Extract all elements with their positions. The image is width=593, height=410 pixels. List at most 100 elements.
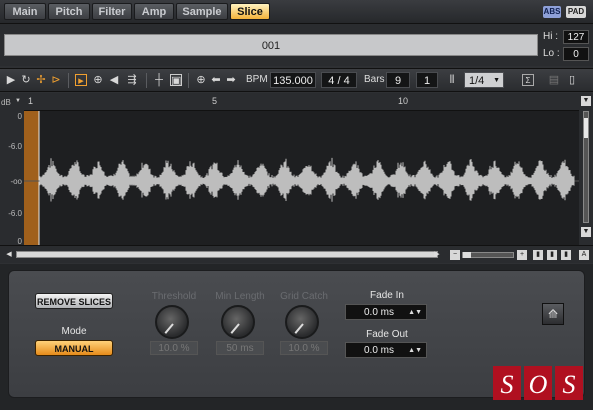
threshold-value[interactable]: 10.0 % [150,341,198,355]
lo-label: Lo : [543,48,560,59]
vertical-scrollbar[interactable]: ▼ ▼ [579,93,593,245]
db-label: 0 [17,112,22,121]
dropdown-icon[interactable]: ▯ [566,74,578,86]
speaker-icon[interactable]: ◀ [108,74,120,86]
scroll-right-icon[interactable]: ▶ [432,250,442,260]
svg-text:S: S [501,370,514,399]
scroll-left-icon[interactable]: ◀ [4,250,14,260]
vertical-scroll-thumb[interactable] [584,118,588,138]
waveform-toolbar: ▶ ↻ ✢ ⊳ ▸ ⊕ ◀ ⇶ ┼ ▣ ⊕ ⬅ ➡ BPM 135.000 4 … [0,68,593,92]
grid-catch-label: Grid Catch [280,291,328,302]
drag-export-icon: ⟰ [547,307,559,321]
zoom-out-icon[interactable]: − [450,250,460,260]
fade-in-field[interactable]: 0.0 ms ▲▼ [345,304,427,320]
play-icon[interactable]: ▶ [5,74,17,86]
ruler-mark: 10 [398,96,409,106]
tab-bar: Main Pitch Filter Amp Sample Slice ABS P… [0,0,593,24]
zoom-slider[interactable] [462,252,514,258]
db-label: -oo [10,177,22,186]
tab-main[interactable]: Main [4,3,46,20]
lock-icon[interactable]: ▣ [170,74,182,87]
sos-watermark-logo: S O S [493,366,583,400]
toolbar-separator [68,73,69,88]
bpm-label: BPM [246,74,268,85]
ruler-mark: 1 [28,96,34,106]
abs-badge[interactable]: ABS [543,6,561,18]
tab-slice[interactable]: Slice [230,3,270,20]
toolbar-separator [188,73,189,88]
slice-name-bar: 001 Hi : 127 Lo : 0 [0,24,593,66]
chevron-down-icon: ▼ [493,77,500,84]
waveform-canvas[interactable] [24,111,579,245]
fade-out-value: 0.0 ms [364,345,395,356]
grid-select[interactable]: 1/4 ▼ [464,72,504,88]
zoom-preset-icon[interactable]: ▮ [561,250,571,260]
fade-in-value: 0.0 ms [364,307,395,318]
pad-badge[interactable]: PAD [566,6,586,18]
time-signature-field[interactable]: 4 / 4 [321,72,357,88]
threshold-label: Threshold [151,291,197,302]
sweep-icon[interactable]: ⇶ [126,74,138,86]
tab-sample[interactable]: Sample [176,3,228,20]
scroll-up-icon[interactable]: ▼ [581,96,591,106]
drag-to-pads-button[interactable]: ⟰ [542,303,564,325]
list-icon: ▤ [548,74,560,86]
threshold-knob[interactable] [155,305,189,339]
bars-label: Bars [364,74,385,85]
zoom-in-icon[interactable]: + [517,250,527,260]
stepper-icon[interactable]: ▲▼ [408,343,422,359]
waveform-display: dB ▼ 0 -6.0 -oo -6.0 0 1 5 10 ▼ ▼ ◀ ▶ − … [0,93,593,263]
slice-region[interactable] [24,111,39,245]
menu-icon[interactable]: Σ [522,74,534,86]
remove-slices-button[interactable]: REMOVE SLICES [35,293,113,309]
chevron-down-icon: ▼ [15,98,21,104]
loop-icon[interactable]: ↻ [20,74,32,86]
grid-catch-value[interactable]: 10.0 % [280,341,328,355]
slice-marker-icon[interactable]: ✢ [35,74,47,86]
min-length-value[interactable]: 50 ms [216,341,264,355]
ruler-mark: 5 [212,96,218,106]
zoom-preset-icon[interactable]: ▮ [547,250,557,260]
stepper-icon[interactable]: ▲▼ [408,305,422,321]
slice-name-field[interactable]: 001 [4,34,538,56]
db-label: -6.0 [8,209,22,218]
tab-filter[interactable]: Filter [92,3,132,20]
slice-editor: Main Pitch Filter Amp Sample Slice ABS P… [0,0,593,410]
zoom-tool-icon[interactable]: ⊕ [195,74,207,86]
zoom-preset-icon[interactable]: ▮ [533,250,543,260]
vertical-scroll-track[interactable] [583,111,589,223]
hi-key-field[interactable]: 127 [563,30,589,44]
horizontal-scroll-thumb[interactable] [16,251,438,258]
beats-field[interactable]: 1 [416,72,438,88]
right-arrow-icon[interactable]: ➡ [225,74,237,86]
grid-catch-knob[interactable] [285,305,319,339]
fade-out-label: Fade Out [366,329,408,340]
hi-label: Hi : [543,31,558,42]
fade-in-label: Fade In [370,290,404,301]
tab-amp[interactable]: Amp [134,3,174,20]
min-length-knob[interactable] [221,305,255,339]
svg-text:S: S [563,370,576,399]
db-label: -6.0 [8,142,22,151]
mode-label: Mode [61,326,87,337]
zoom-icon[interactable]: ⊕ [92,74,104,86]
db-scale: dB ▼ 0 -6.0 -oo -6.0 0 [0,93,24,246]
scroll-down-icon[interactable]: ▼ [581,227,591,237]
horizontal-scrollbar[interactable]: ◀ ▶ − + ▮ ▮ ▮ A [0,245,593,263]
lo-key-field[interactable]: 0 [563,47,589,61]
tab-pitch[interactable]: Pitch [48,3,90,20]
mode-button[interactable]: MANUAL [35,340,113,356]
left-arrow-icon[interactable]: ⬅ [210,74,222,86]
bpm-field[interactable]: 135.000 [270,72,316,88]
bar-ruler[interactable]: 1 5 10 [24,93,579,111]
grid-select-value: 1/4 [469,75,485,87]
min-length-label: Min Length [215,291,265,302]
bars-field[interactable]: 9 [386,72,410,88]
zoom-full-icon[interactable]: A [579,250,589,260]
snap-icon[interactable]: ⊳ [50,74,62,86]
select-icon[interactable]: ▸ [75,74,87,87]
svg-text:O: O [529,370,548,399]
fade-out-field[interactable]: 0.0 ms ▲▼ [345,342,427,358]
grid-icon[interactable]: ⦀ [446,74,458,86]
marker-icon[interactable]: ┼ [153,74,165,86]
